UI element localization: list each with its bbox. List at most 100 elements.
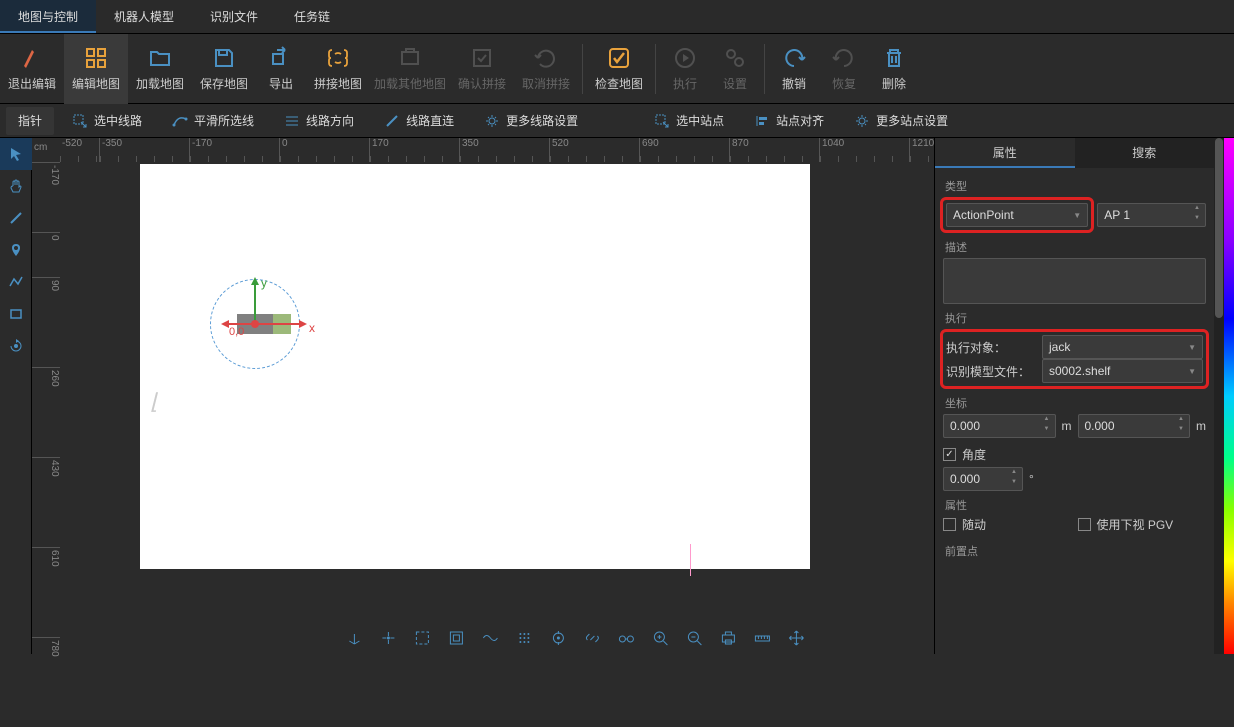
- faint-origin-mark: ⌊: [150, 389, 159, 415]
- follow-checkbox[interactable]: 随动: [943, 516, 1072, 533]
- wave-icon[interactable]: [480, 628, 500, 648]
- desc-label: 描述: [945, 239, 1206, 255]
- unit-m: m: [1196, 419, 1206, 433]
- angle-field[interactable]: 0.000 ▲▼: [943, 467, 1023, 491]
- exit-edit-label: 退出编辑: [8, 75, 56, 92]
- save-map-button[interactable]: 保存地图: [192, 34, 256, 104]
- fit-icon[interactable]: [412, 628, 432, 648]
- model-file-label: 识别模型文件：: [946, 363, 1036, 380]
- check-map-button[interactable]: 检查地图: [587, 34, 651, 104]
- splice-map-button[interactable]: 拼接地图: [306, 34, 370, 104]
- confirm-splice-label: 确认拼接: [458, 75, 506, 92]
- export-label: 导出: [269, 75, 293, 92]
- delete-button[interactable]: 删除: [869, 34, 919, 104]
- type-select[interactable]: ActionPoint▼: [946, 203, 1088, 227]
- pointer-tool[interactable]: [0, 138, 32, 170]
- cancel-splice-label: 取消拼接: [522, 75, 570, 92]
- grid-icon[interactable]: [514, 628, 534, 648]
- run-button: 执行: [660, 34, 710, 104]
- select-route-button[interactable]: 选中线路: [60, 107, 154, 135]
- glasses-icon[interactable]: [616, 628, 636, 648]
- zoom-out-icon[interactable]: [684, 628, 704, 648]
- printer-icon[interactable]: [718, 628, 738, 648]
- line-tool[interactable]: [0, 202, 32, 234]
- export-button[interactable]: 导出: [256, 34, 306, 104]
- properties-panel: 属性 搜索 类型 ActionPoint▼ AP 1 ▲▼ 描述: [934, 138, 1234, 654]
- coord-y-field[interactable]: 0.000 ▲▼: [1078, 414, 1191, 438]
- model-file-select[interactable]: s0002.shelf▼: [1042, 359, 1203, 383]
- pgv-checkbox[interactable]: 使用下视 PGV: [1078, 516, 1207, 533]
- settings-button: 设置: [710, 34, 760, 104]
- redo-label: 恢复: [832, 75, 856, 92]
- map-background: y x 0,0 ⌊: [140, 164, 810, 569]
- secondary-toolbar: 指针 选中线路 平滑所选线 线路方向 线路直连 更多线路设置 选中站点 站点对齐…: [0, 104, 1234, 138]
- exec-target-select[interactable]: jack▼: [1042, 335, 1203, 359]
- undo-button[interactable]: 撤销: [769, 34, 819, 104]
- panel-scrollbar[interactable]: [1214, 138, 1224, 654]
- exit-edit-button[interactable]: 退出编辑: [0, 34, 64, 104]
- zoom-in-icon[interactable]: [650, 628, 670, 648]
- color-strip[interactable]: [1224, 138, 1234, 654]
- run-label: 执行: [673, 75, 697, 92]
- pointer-button[interactable]: 指针: [6, 107, 54, 135]
- rotate-tool[interactable]: [0, 330, 32, 362]
- select-station-button[interactable]: 选中站点: [642, 107, 736, 135]
- more-station-settings-button[interactable]: 更多站点设置: [842, 107, 960, 135]
- target-icon[interactable]: [548, 628, 568, 648]
- splice-map-label: 拼接地图: [314, 75, 362, 92]
- pin-tool[interactable]: [0, 234, 32, 266]
- redo-button: 恢复: [819, 34, 869, 104]
- smooth-button[interactable]: 平滑所选线: [160, 107, 266, 135]
- save-map-label: 保存地图: [200, 75, 248, 92]
- station-align-button[interactable]: 站点对齐: [742, 107, 836, 135]
- exec-label: 执行: [945, 310, 1206, 326]
- check-map-label: 检查地图: [595, 75, 643, 92]
- coord-x-field[interactable]: 0.000 ▲▼: [943, 414, 1056, 438]
- canvas-view-tools: [344, 628, 806, 648]
- route-straight-button[interactable]: 线路直连: [372, 107, 466, 135]
- tab-map-control[interactable]: 地图与控制: [0, 0, 96, 33]
- canvas[interactable]: cm -520 -350 -170 0 170 350 520 690 870 …: [32, 138, 934, 654]
- link-icon[interactable]: [582, 628, 602, 648]
- angle-checkbox[interactable]: 角度: [943, 446, 986, 463]
- edit-map-button[interactable]: 编辑地图: [64, 34, 128, 104]
- left-tool-strip: [0, 138, 32, 654]
- cancel-splice-button: 取消拼接: [514, 34, 578, 104]
- search-tab[interactable]: 搜索: [1075, 138, 1215, 168]
- load-map-button[interactable]: 加载地图: [128, 34, 192, 104]
- name-field[interactable]: AP 1 ▲▼: [1097, 203, 1206, 227]
- load-other-label: 加载其他地图: [374, 75, 446, 92]
- load-other-map-button: 加载其他地图: [370, 34, 450, 104]
- pink-marker: [690, 544, 691, 576]
- prop-label: 属性: [945, 497, 1206, 513]
- type-label: 类型: [945, 178, 1206, 194]
- map-area[interactable]: y x 0,0 ⌊: [60, 162, 934, 654]
- polyline-tool[interactable]: [0, 266, 32, 298]
- desc-textarea[interactable]: [943, 258, 1206, 304]
- toolbar-separator: [655, 44, 656, 94]
- settings-label: 设置: [723, 75, 747, 92]
- main-tabs: 地图与控制 机器人模型 识别文件 任务链: [0, 0, 1234, 34]
- ruler-vertical: -170 0 90 260 430 610 780: [32, 162, 60, 654]
- ruler-horizontal: -520 -350 -170 0 170 350 520 690 870 104…: [60, 138, 934, 162]
- more-route-settings-button[interactable]: 更多线路设置: [472, 107, 590, 135]
- move-icon[interactable]: [786, 628, 806, 648]
- unit-m: m: [1062, 419, 1072, 433]
- frame-icon[interactable]: [446, 628, 466, 648]
- load-map-label: 加载地图: [136, 75, 184, 92]
- tab-robot-model[interactable]: 机器人模型: [96, 0, 192, 33]
- rect-tool[interactable]: [0, 298, 32, 330]
- hand-tool[interactable]: [0, 170, 32, 202]
- toolbar-separator: [764, 44, 765, 94]
- ruler-icon[interactable]: [752, 628, 772, 648]
- toolbar-separator: [582, 44, 583, 94]
- tab-task-chain[interactable]: 任务链: [276, 0, 348, 33]
- angle-unit: °: [1029, 472, 1034, 486]
- edit-map-label: 编辑地图: [72, 75, 120, 92]
- confirm-splice-button: 确认拼接: [450, 34, 514, 104]
- center-icon[interactable]: [378, 628, 398, 648]
- tab-recognition-file[interactable]: 识别文件: [192, 0, 276, 33]
- route-direction-button[interactable]: 线路方向: [272, 107, 366, 135]
- properties-tab[interactable]: 属性: [935, 138, 1075, 168]
- axis-icon[interactable]: [344, 628, 364, 648]
